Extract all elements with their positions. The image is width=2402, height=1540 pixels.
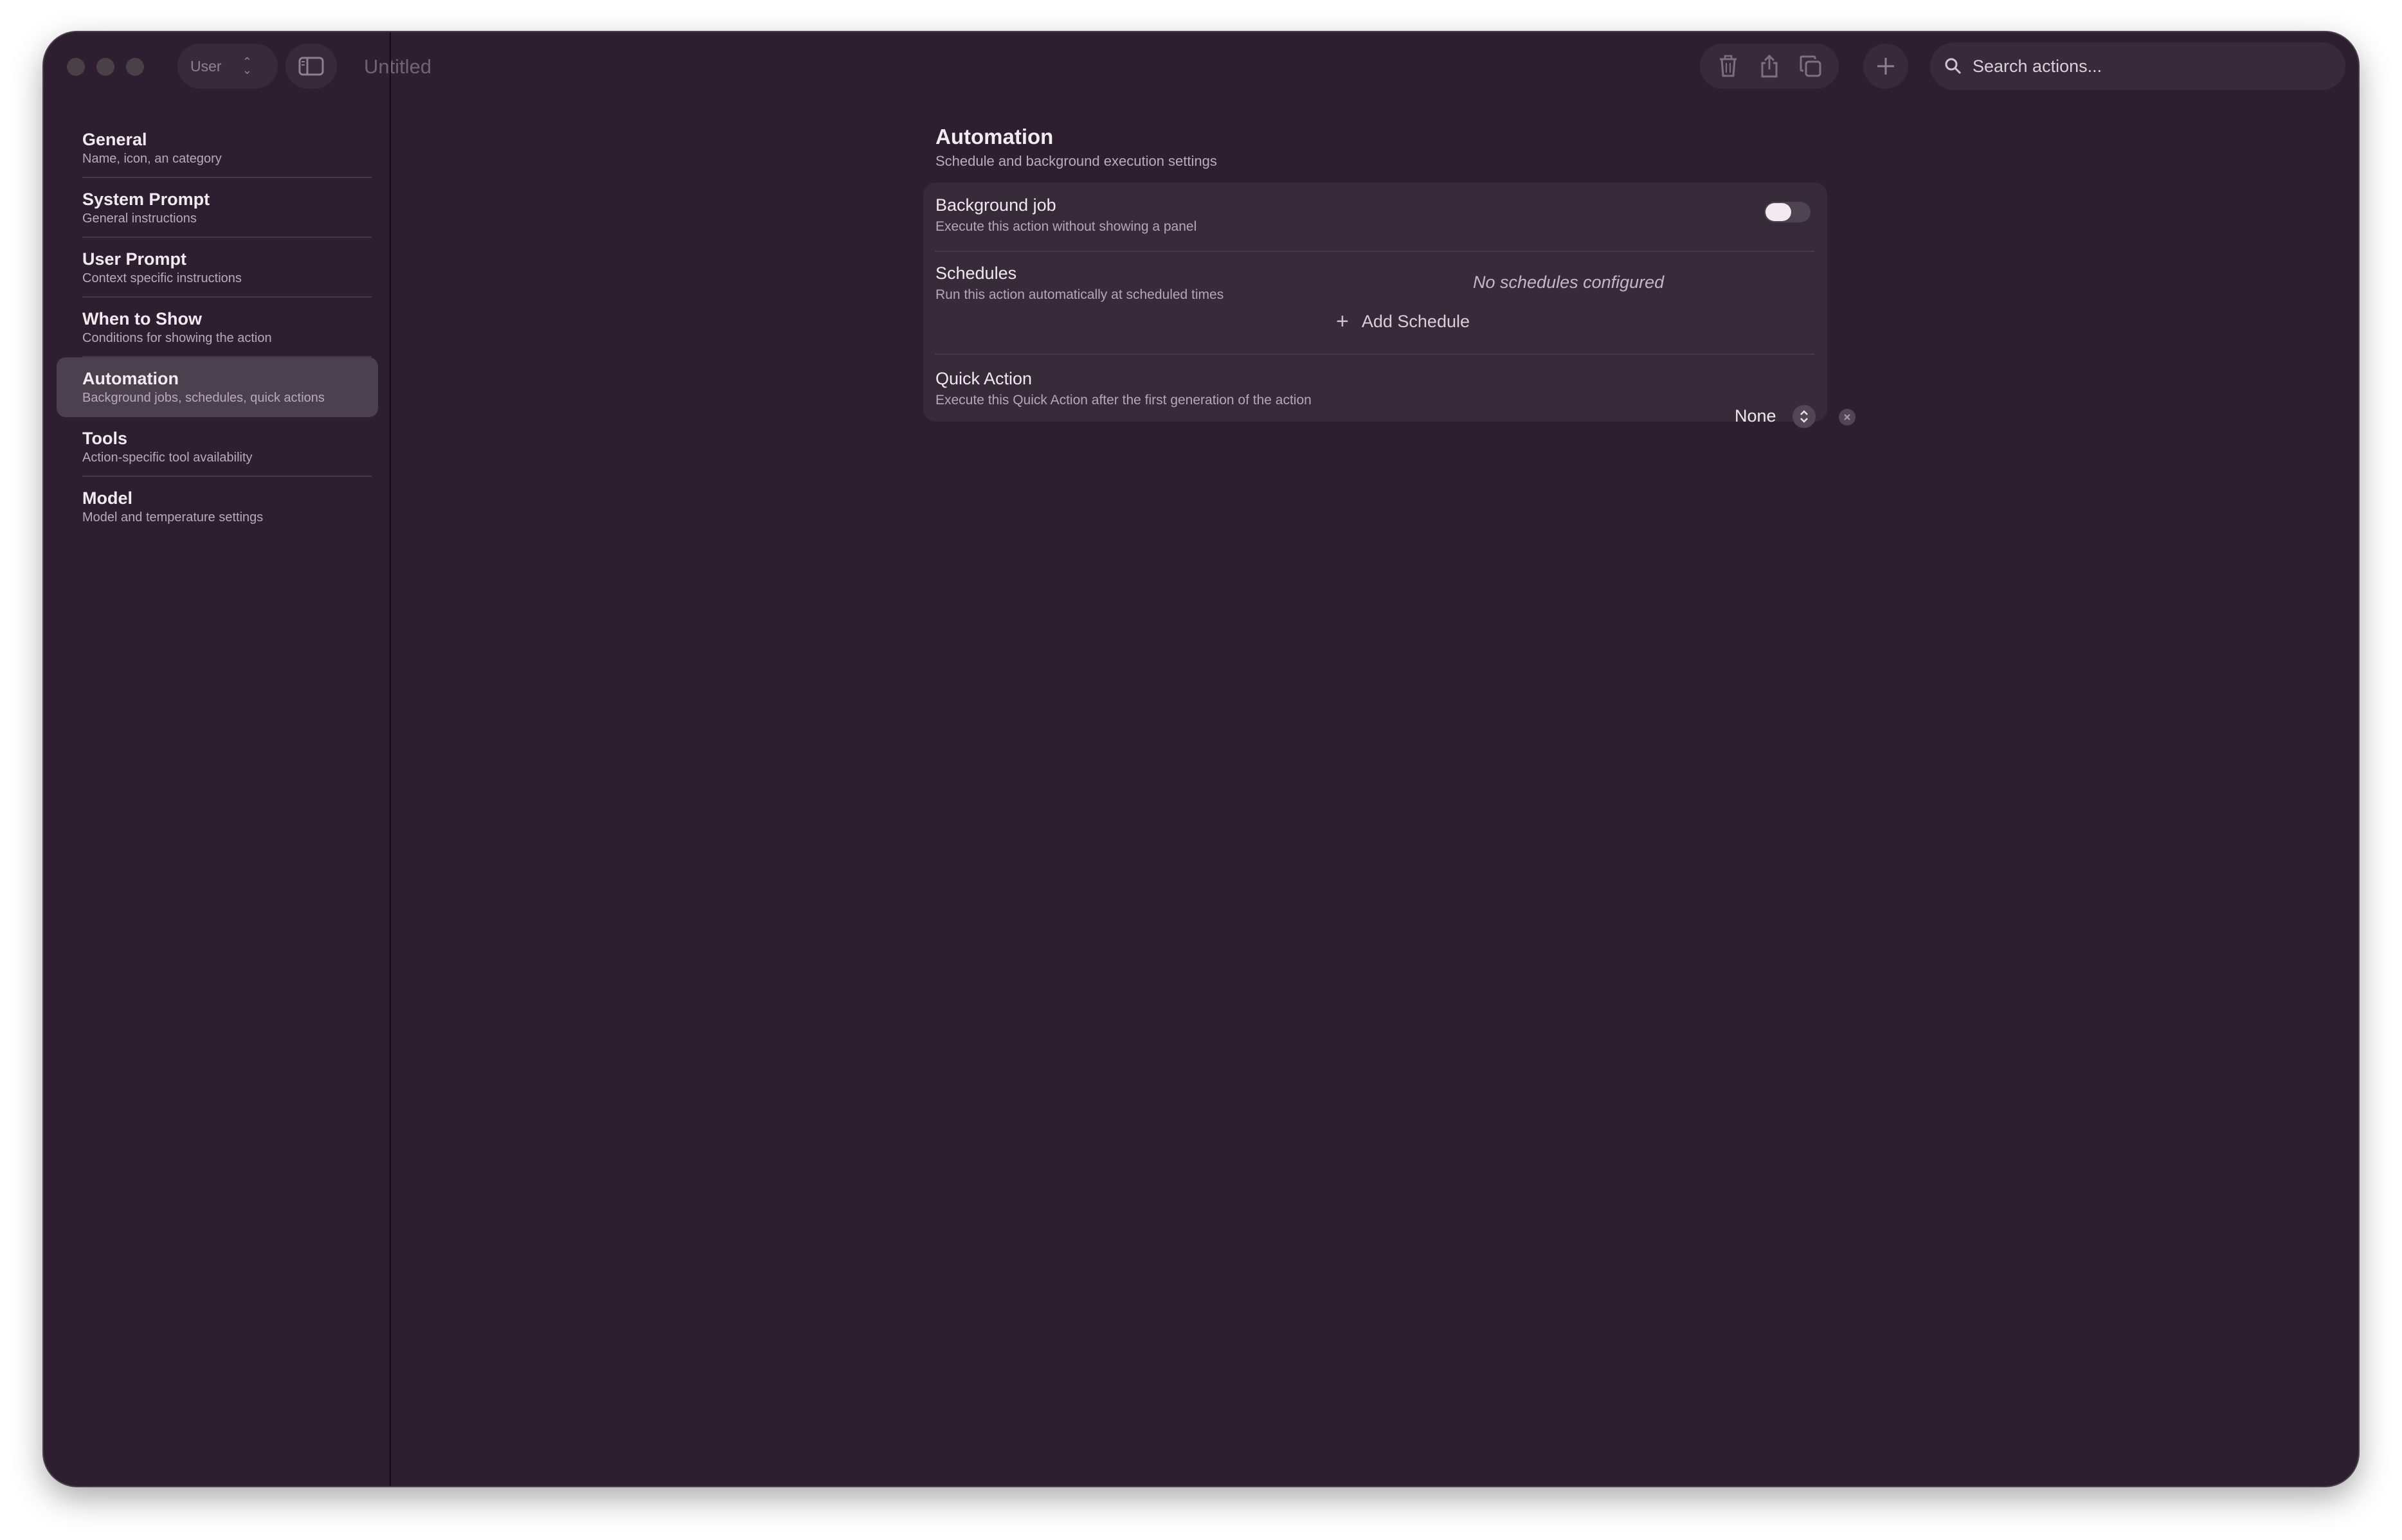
divider: [935, 354, 1814, 355]
duplicate-icon: [1800, 55, 1821, 77]
user-selector-label: User: [190, 57, 222, 75]
search-input[interactable]: [1973, 56, 2333, 76]
add-schedule-label: Add Schedule: [1361, 311, 1470, 331]
sidebar-item-title: General: [82, 130, 147, 149]
sidebar-icon: [298, 57, 324, 76]
minimize-window-button[interactable]: [96, 58, 114, 76]
chevron-updown-icon: [1800, 410, 1808, 423]
sidebar-item-user-prompt[interactable]: User Prompt Context specific instruction…: [57, 238, 378, 298]
sidebar-toggle-button[interactable]: [285, 44, 337, 89]
schedules-subtitle: Run this action automatically at schedul…: [935, 287, 1224, 302]
sidebar-item-subtitle: Name, icon, an category: [82, 152, 222, 166]
sidebar-item-system-prompt[interactable]: System Prompt General instructions: [57, 178, 378, 238]
close-window-button[interactable]: [67, 58, 85, 76]
sidebar-item-title: When to Show: [82, 309, 202, 328]
quick-action-select-stepper[interactable]: [1792, 405, 1816, 428]
plus-icon: +: [1336, 309, 1349, 334]
sidebar-item-tools[interactable]: Tools Action-specific tool availability: [57, 417, 378, 477]
sidebar-item-subtitle: Model and temperature settings: [82, 510, 264, 524]
add-action-button[interactable]: [1863, 44, 1908, 89]
plus-icon: [1877, 58, 1894, 75]
quick-action-subtitle: Execute this Quick Action after the firs…: [935, 393, 1312, 407]
quick-action-title: Quick Action: [935, 369, 1033, 388]
background-job-title: Background job: [935, 195, 1056, 215]
app-window: User ⌃ ⌄ Untitled Search actions... Gene…: [44, 32, 2358, 1486]
toggle-knob: [1765, 203, 1791, 221]
no-schedules-text: No schedules configured: [1473, 273, 1665, 292]
search-bar: [1930, 42, 2345, 90]
user-selector[interactable]: User ⌃ ⌄: [177, 44, 278, 89]
automation-settings-card: Background job Execute this action witho…: [923, 183, 1856, 428]
sidebar-item-title: System Prompt: [82, 190, 210, 209]
sidebar-nav: General Name, icon, an category System P…: [57, 118, 378, 537]
quick-action-select-value[interactable]: None: [1735, 406, 1776, 426]
sidebar-item-general[interactable]: General Name, icon, an category: [57, 118, 378, 178]
title-bar: User ⌃ ⌄ Untitled: [44, 32, 2358, 103]
page-subtitle: Schedule and background execution settin…: [935, 153, 1217, 169]
search-icon: [1945, 58, 1962, 75]
schedules-title: Schedules: [935, 264, 1017, 283]
sidebar-item-subtitle: General instructions: [82, 211, 197, 226]
sidebar-divider: [390, 32, 391, 1486]
sidebar-item-subtitle: Background jobs, schedules, quick action…: [82, 391, 325, 405]
sidebar-item-title: Tools: [82, 429, 127, 448]
share-button[interactable]: [1753, 50, 1785, 82]
sidebar-item-title: Model: [82, 488, 132, 508]
sidebar-item-when-to-show[interactable]: When to Show Conditions for showing the …: [57, 298, 378, 357]
sidebar-item-title: User Prompt: [82, 249, 187, 269]
trash-icon: [1720, 55, 1737, 77]
sidebar-item-subtitle: Conditions for showing the action: [82, 331, 272, 345]
divider: [935, 251, 1814, 252]
sidebar-item-subtitle: Action-specific tool availability: [82, 451, 253, 465]
clear-quick-action-button[interactable]: [1839, 409, 1856, 425]
share-icon: [1761, 54, 1778, 78]
sidebar-item-title: Automation: [82, 369, 179, 388]
sidebar-item-automation[interactable]: Automation Background jobs, schedules, q…: [57, 357, 378, 417]
zoom-window-button[interactable]: [126, 58, 144, 76]
delete-button[interactable]: [1712, 50, 1744, 82]
background-job-subtitle: Execute this action without showing a pa…: [935, 219, 1197, 234]
add-schedule-button[interactable]: + Add Schedule: [1336, 309, 1470, 334]
close-icon: [1844, 414, 1850, 420]
duplicate-button[interactable]: [1794, 50, 1827, 82]
toolbar-group: [1700, 44, 1839, 89]
sidebar-item-subtitle: Context specific instructions: [82, 271, 242, 285]
background-job-toggle[interactable]: [1764, 202, 1811, 222]
window-title: Untitled: [364, 55, 432, 78]
page-title: Automation: [935, 125, 1054, 148]
sidebar-item-model[interactable]: Model Model and temperature settings: [57, 477, 378, 537]
chevron-updown-icon: ⌃ ⌄: [242, 55, 252, 76]
